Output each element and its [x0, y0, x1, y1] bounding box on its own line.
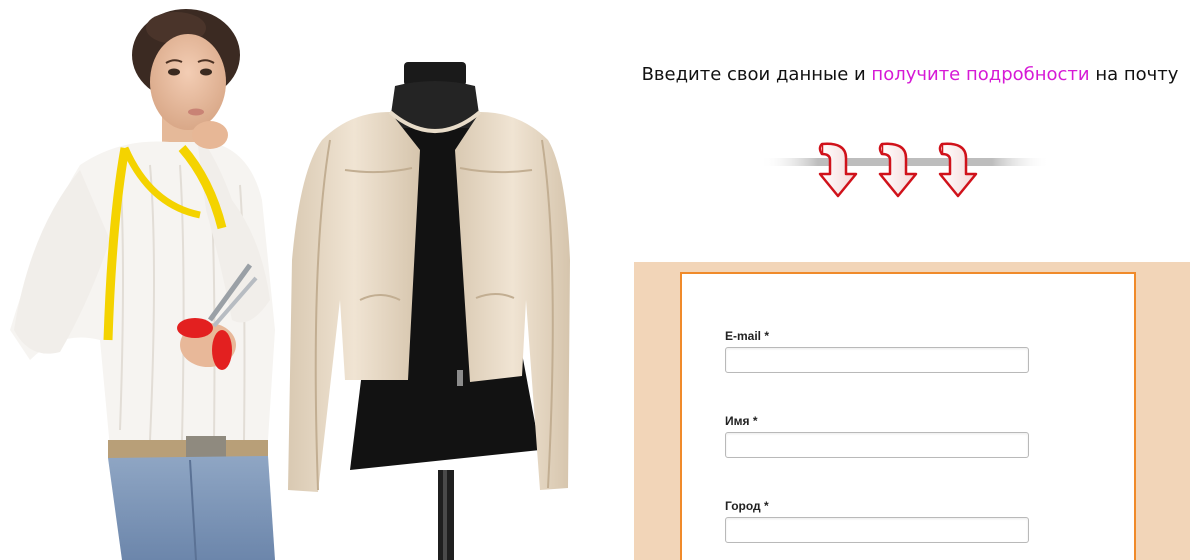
headline-part2: на почту: [1089, 64, 1179, 85]
headline-accent: получите подробности: [871, 64, 1090, 85]
name-field-group: Имя *: [725, 414, 1029, 458]
name-input[interactable]: [725, 432, 1029, 458]
city-input[interactable]: [725, 517, 1029, 543]
email-input[interactable]: [725, 347, 1029, 373]
headline: Введите свои данные и получите подробнос…: [640, 62, 1180, 88]
landing-page: Введите свои данные и получите подробнос…: [0, 0, 1190, 560]
curved-down-arrow-icon: [818, 142, 858, 198]
curved-down-arrow-icon: [938, 142, 978, 198]
city-label: Город *: [725, 499, 769, 513]
headline-part1: Введите свои данные и: [641, 64, 872, 85]
mannequin-with-jacket: [288, 62, 570, 560]
down-arrows-decoration: [760, 136, 1050, 200]
city-field-group: Город *: [725, 499, 1029, 543]
signup-form-container: E-mail * Имя * Город *: [634, 262, 1190, 560]
signup-form: E-mail * Имя * Город *: [680, 272, 1136, 560]
email-label: E-mail *: [725, 329, 770, 343]
email-field-group: E-mail *: [725, 329, 1029, 373]
seamstress-figure: [10, 9, 275, 560]
hero-photo: [0, 0, 600, 560]
curved-down-arrow-icon: [878, 142, 918, 198]
name-label: Имя *: [725, 414, 758, 428]
